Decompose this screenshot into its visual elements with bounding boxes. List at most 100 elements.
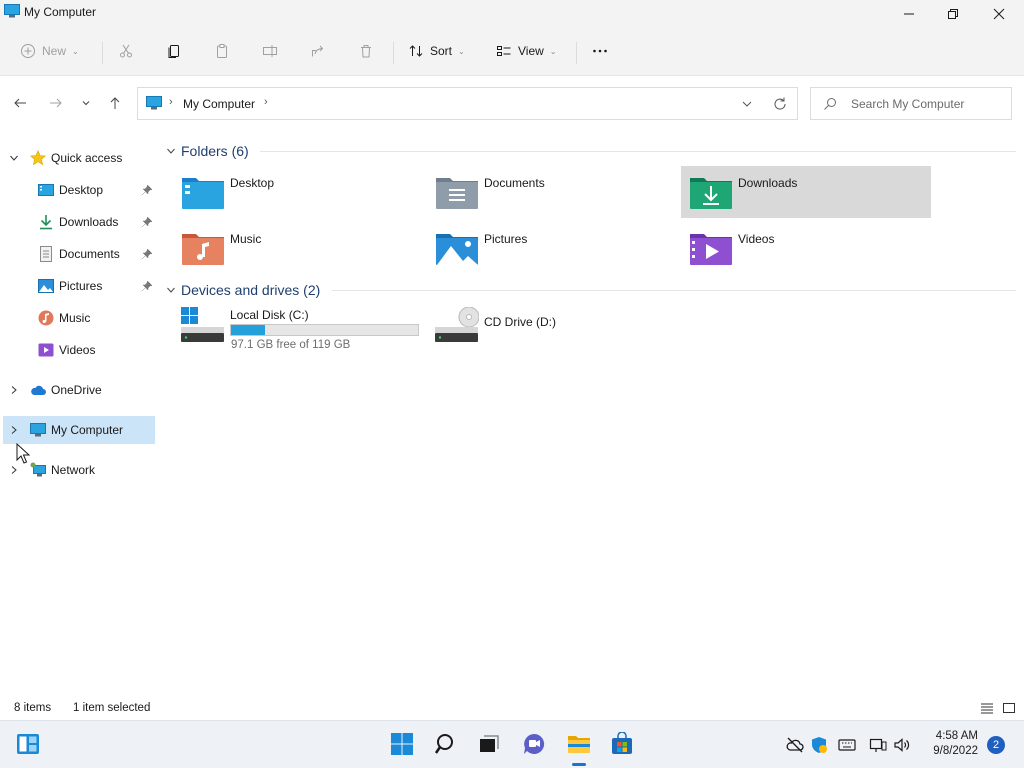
delete-button[interactable]	[358, 38, 374, 64]
drive-name: Local Disk (C:)	[230, 308, 309, 322]
chevron-down-icon: ⌄	[549, 46, 557, 56]
divider	[332, 290, 1016, 291]
folder-tile-pictures[interactable]: Pictures	[427, 222, 677, 274]
view-button[interactable]: View ⌄	[496, 38, 557, 64]
up-button[interactable]	[105, 93, 125, 113]
nav-quick-access[interactable]: Quick access	[3, 144, 155, 172]
more-icon	[593, 49, 607, 53]
cut-button[interactable]	[118, 38, 134, 64]
close-button[interactable]	[976, 0, 1022, 28]
tiles-view-icon[interactable]	[1002, 701, 1016, 715]
minimize-button[interactable]	[886, 0, 932, 28]
nav-item-downloads[interactable]: Downloads	[3, 208, 155, 236]
group-header-devices[interactable]: Devices and drives (2)	[166, 280, 320, 300]
command-bar: New ⌄ Sort ⌄ View ⌄	[0, 28, 1024, 76]
nav-onedrive[interactable]: OneDrive	[3, 376, 155, 404]
chat-button[interactable]	[521, 731, 547, 757]
plus-circle-icon	[21, 44, 35, 58]
copy-button[interactable]	[166, 38, 182, 64]
forward-button[interactable]	[46, 93, 66, 113]
volume-icon[interactable]	[893, 736, 911, 754]
nav-label: Network	[51, 463, 96, 477]
nav-item-videos[interactable]: Videos	[3, 336, 155, 364]
arrow-right-icon	[50, 98, 62, 108]
sort-button[interactable]: Sort ⌄	[408, 38, 465, 64]
chevron-right-icon[interactable]	[9, 425, 19, 435]
refresh-icon[interactable]	[772, 96, 788, 112]
network-icon	[30, 462, 46, 477]
videos-folder-icon	[690, 234, 732, 265]
pin-icon[interactable]	[141, 248, 153, 260]
search-taskbar-button[interactable]	[433, 731, 459, 757]
title-bar: My Computer	[0, 0, 1024, 28]
close-icon	[993, 8, 1005, 20]
documents-folder-icon	[436, 178, 478, 209]
chevron-down-icon[interactable]	[9, 153, 19, 163]
start-button[interactable]	[389, 731, 415, 757]
rename-button[interactable]	[262, 38, 278, 64]
cloud-offline-icon[interactable]	[786, 736, 804, 754]
chevron-down-icon[interactable]	[740, 97, 754, 111]
new-button[interactable]: New ⌄	[20, 38, 79, 64]
drive-free-space: 97.1 GB free of 119 GB	[231, 339, 351, 351]
folder-tile-documents[interactable]: Documents	[427, 166, 677, 218]
rename-icon	[263, 45, 277, 57]
security-shield-icon[interactable]	[810, 736, 828, 754]
folder-name: Pictures	[484, 232, 528, 246]
store-button[interactable]	[609, 731, 635, 757]
computer-icon	[146, 96, 162, 110]
pin-icon[interactable]	[141, 216, 153, 228]
network-status-icon[interactable]	[869, 736, 887, 754]
nav-item-documents[interactable]: Documents	[3, 240, 155, 268]
widgets-icon	[17, 734, 39, 754]
status-bar: 8 items 1 item selected	[0, 697, 1024, 720]
cd-drive-icon	[435, 307, 479, 342]
chevron-down-icon	[167, 287, 175, 293]
keyboard-icon[interactable]	[838, 736, 856, 754]
nav-my-computer[interactable]: My Computer	[3, 416, 155, 444]
nav-item-music[interactable]: Music	[3, 304, 155, 332]
chevron-right-icon[interactable]	[9, 385, 19, 395]
pin-icon[interactable]	[141, 184, 153, 196]
arrow-left-icon	[14, 98, 26, 108]
folder-name: Downloads	[738, 176, 798, 190]
folder-tile-downloads[interactable]: Downloads	[681, 166, 931, 218]
chevron-right-icon[interactable]	[9, 465, 19, 475]
nav-label: Desktop	[59, 183, 104, 197]
folder-tile-desktop[interactable]: Desktop	[173, 166, 423, 218]
paste-button[interactable]	[214, 38, 230, 64]
search-placeholder: Search My Computer	[851, 97, 965, 111]
document-icon	[40, 246, 52, 262]
nav-item-desktop[interactable]: Desktop	[3, 176, 155, 204]
group-header-folders[interactable]: Folders (6)	[166, 141, 249, 161]
chevron-down-icon: ⌄	[72, 46, 79, 56]
nav-item-pictures[interactable]: Pictures	[3, 272, 155, 300]
star-icon	[30, 150, 46, 166]
recent-locations-button[interactable]	[76, 93, 96, 113]
share-button[interactable]	[310, 38, 326, 64]
back-button[interactable]	[10, 93, 30, 113]
search-input[interactable]: Search My Computer	[810, 87, 1012, 120]
drive-tile-d[interactable]: CD Drive (D:)	[427, 301, 677, 357]
details-view-icon[interactable]	[980, 701, 994, 715]
folder-tile-music[interactable]: Music	[173, 222, 423, 274]
widgets-button[interactable]	[15, 731, 41, 757]
address-bar[interactable]: › My Computer ›	[137, 87, 798, 120]
restore-icon	[948, 9, 958, 19]
music-icon	[38, 310, 54, 326]
file-explorer-taskbar-button[interactable]	[566, 731, 592, 757]
search-icon	[434, 734, 453, 754]
pin-icon[interactable]	[141, 280, 153, 292]
notification-badge[interactable]: 2	[987, 736, 1005, 754]
breadcrumb-my-computer[interactable]: My Computer	[183, 97, 255, 111]
task-view-button[interactable]	[476, 731, 502, 757]
folder-name: Music	[230, 232, 262, 246]
folder-tile-videos[interactable]: Videos	[681, 222, 931, 274]
new-label: New	[42, 44, 67, 58]
pictures-icon	[38, 279, 54, 293]
clock[interactable]: 4:58 AM 9/8/2022	[933, 729, 978, 759]
restore-button[interactable]	[930, 0, 976, 28]
chevron-right-icon[interactable]: ›	[264, 96, 268, 108]
view-icon	[497, 46, 511, 56]
more-options-button[interactable]	[592, 38, 608, 64]
